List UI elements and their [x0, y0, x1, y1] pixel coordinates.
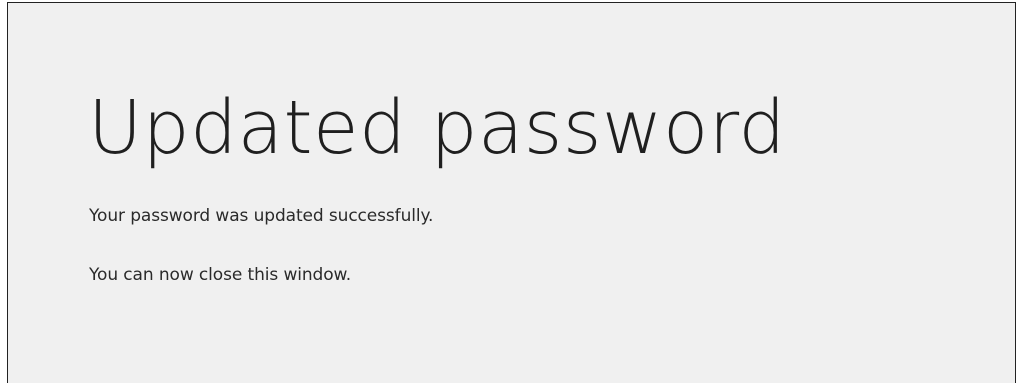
close-instruction: You can now close this window.	[89, 265, 352, 285]
page-title: Updated password	[88, 85, 786, 171]
dialog-panel: Updated password Your password was updat…	[7, 2, 1016, 383]
content-area: Updated password Your password was updat…	[88, 85, 786, 285]
success-message: Your password was updated successfully.	[89, 206, 434, 226]
